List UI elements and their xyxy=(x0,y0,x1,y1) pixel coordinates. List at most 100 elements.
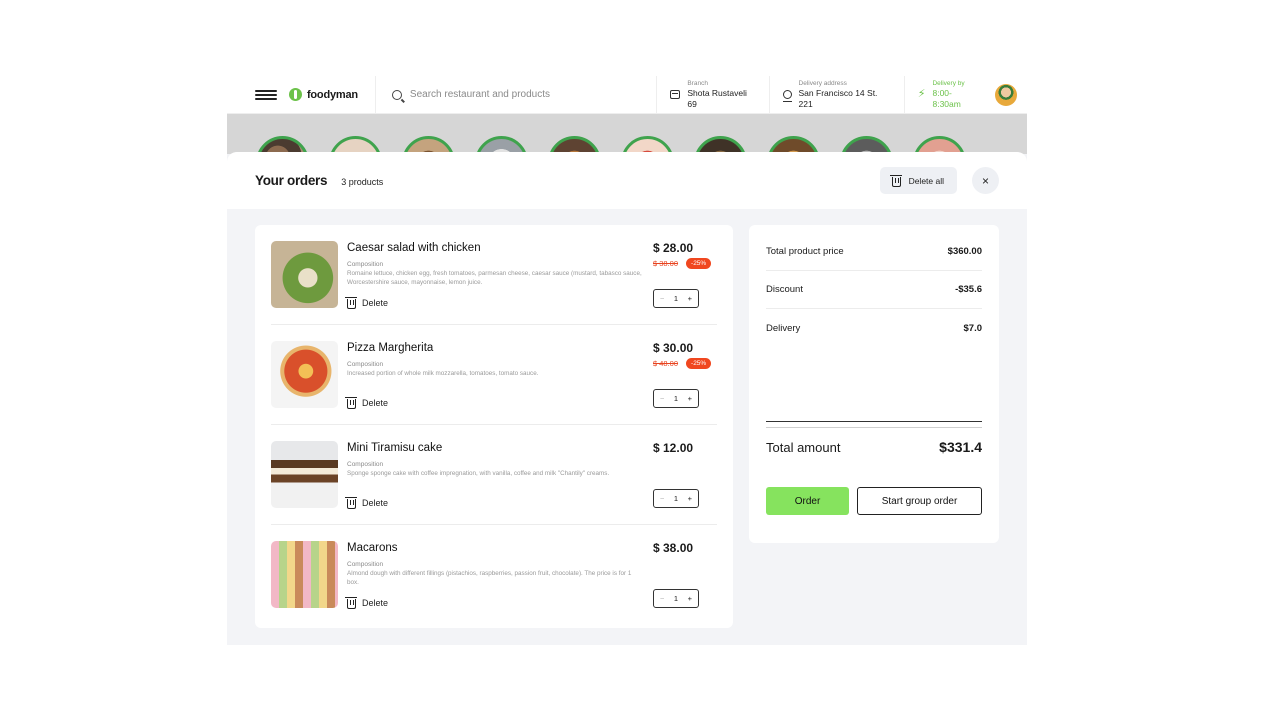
modal-title: Your orders xyxy=(255,173,328,188)
search-icon xyxy=(391,89,402,100)
total-amount-row: Total amount $331.4 xyxy=(766,439,982,455)
delete-button[interactable]: Delete xyxy=(345,497,389,509)
trash-icon xyxy=(889,174,902,187)
delete-label: Delete xyxy=(362,498,389,508)
branch-selector[interactable]: Branch Shota Rustaveli 69 xyxy=(656,76,768,114)
price: $ 38.00 xyxy=(653,541,694,555)
delivery-address-selector[interactable]: Delivery address San Francisco 14 St. 22… xyxy=(768,76,904,114)
branch-label: Branch xyxy=(687,80,708,87)
quantity-value: 1 xyxy=(673,294,679,303)
logo-text: foodyman xyxy=(306,88,358,101)
price: $ 28.00 xyxy=(653,241,694,255)
quantity-stepper: − 1 + xyxy=(653,589,699,608)
order-button[interactable]: Order xyxy=(766,487,849,515)
delivery-label: Delivery by xyxy=(932,80,965,87)
delete-button[interactable]: Delete xyxy=(345,297,389,309)
product-name[interactable]: Mini Tiramisu cake xyxy=(347,442,642,454)
summary-row-delivery: Delivery $7.0 xyxy=(766,309,982,347)
quantity-value: 1 xyxy=(673,394,679,403)
store-icon xyxy=(670,90,681,99)
delete-button[interactable]: Delete xyxy=(345,597,389,609)
product-image[interactable] xyxy=(271,341,338,408)
product-image[interactable] xyxy=(271,541,338,608)
divider xyxy=(766,427,982,428)
delete-all-label: Delete all xyxy=(908,175,944,186)
summary-value: $360.00 xyxy=(947,246,982,257)
close-icon: × xyxy=(981,173,989,188)
increase-button[interactable]: + xyxy=(688,394,692,403)
decrease-button[interactable]: − xyxy=(660,394,664,403)
trash-icon xyxy=(345,297,357,309)
total-amount-value: $331.4 xyxy=(939,439,982,455)
product-count: 3 products xyxy=(341,177,384,187)
composition-label: Composition xyxy=(347,361,384,368)
price: $ 30.00 xyxy=(653,341,694,355)
location-pin-icon xyxy=(782,90,792,102)
delete-label: Delete xyxy=(362,298,389,308)
composition-text: Sponge sponge cake with coffee impregnat… xyxy=(347,470,610,477)
close-button[interactable]: × xyxy=(972,167,999,194)
increase-button[interactable]: + xyxy=(688,594,692,603)
search-bar xyxy=(374,76,656,114)
divider xyxy=(766,421,982,422)
composition-text: Romaine lettuce, chicken egg, fresh toma… xyxy=(347,270,642,286)
delete-label: Delete xyxy=(362,598,389,608)
old-price: $ 48.00 xyxy=(653,359,679,368)
orders-modal: Your orders 3 products Delete all × Caes… xyxy=(227,152,1027,645)
trash-icon xyxy=(345,597,357,609)
logo[interactable]: foodyman xyxy=(288,88,358,101)
increase-button[interactable]: + xyxy=(688,494,692,503)
composition-label: Composition xyxy=(347,461,384,468)
cart-item: Caesar salad with chicken Composition Ro… xyxy=(271,225,717,325)
cart-item: Pizza Margherita Composition Increased p… xyxy=(271,325,717,425)
summary-label: Delivery xyxy=(766,322,801,334)
address-value: San Francisco 14 St. 221 xyxy=(798,88,878,109)
delete-label: Delete xyxy=(362,398,389,408)
decrease-button[interactable]: − xyxy=(660,294,664,303)
summary-value: $7.0 xyxy=(963,322,983,334)
logo-icon xyxy=(288,88,302,101)
quantity-stepper: − 1 + xyxy=(653,389,699,408)
composition-label: Composition xyxy=(347,261,384,268)
branch-value: Shota Rustaveli 69 xyxy=(687,88,747,109)
order-summary: Total product price $360.00 Discount -$3… xyxy=(749,225,999,543)
product-image[interactable] xyxy=(271,441,338,508)
delivery-time-selector[interactable]: ⚡ Delivery by 8:00-8:30am xyxy=(903,76,1027,114)
product-name[interactable]: Pizza Margherita xyxy=(347,342,642,354)
trash-icon xyxy=(345,497,357,509)
app-frame: foodyman Branch Shota Rustaveli 69 Deliv… xyxy=(227,76,1027,645)
delete-button[interactable]: Delete xyxy=(345,397,389,409)
delete-all-button[interactable]: Delete all xyxy=(879,167,957,194)
decrease-button[interactable]: − xyxy=(660,494,664,503)
summary-label: Total product price xyxy=(766,246,844,257)
discount-badge: -25% xyxy=(686,358,712,369)
product-name[interactable]: Macarons xyxy=(347,542,642,554)
price: $ 12.00 xyxy=(653,441,694,455)
product-image[interactable] xyxy=(271,241,338,308)
start-group-order-button[interactable]: Start group order xyxy=(857,487,982,515)
composition-text: Increased portion of whole milk mozzarel… xyxy=(347,370,539,377)
product-name[interactable]: Caesar salad with chicken xyxy=(347,242,642,254)
summary-row-discount: Discount -$35.6 xyxy=(766,271,982,309)
lightning-icon: ⚡ xyxy=(917,88,926,100)
discount-badge: -25% xyxy=(686,258,712,269)
quantity-value: 1 xyxy=(673,494,679,503)
summary-row-product-price: Total product price $360.00 xyxy=(766,225,982,271)
modal-header: Your orders 3 products Delete all × xyxy=(227,152,1027,209)
category-strip xyxy=(227,114,1027,189)
avatar[interactable] xyxy=(995,83,1017,106)
delivery-value: 8:00-8:30am xyxy=(932,88,961,109)
top-header: foodyman Branch Shota Rustaveli 69 Deliv… xyxy=(227,76,1027,114)
menu-icon[interactable] xyxy=(255,89,277,100)
quantity-stepper: − 1 + xyxy=(653,489,699,508)
old-price: $ 38.00 xyxy=(653,259,679,268)
search-input[interactable] xyxy=(409,89,640,100)
composition-text: Almond dough with different fillings (pi… xyxy=(347,570,632,586)
cart-item: Mini Tiramisu cake Composition Sponge sp… xyxy=(271,425,717,525)
composition-label: Composition xyxy=(347,561,384,568)
trash-icon xyxy=(345,397,357,409)
increase-button[interactable]: + xyxy=(688,294,692,303)
decrease-button[interactable]: − xyxy=(660,594,664,603)
total-amount-label: Total amount xyxy=(766,439,841,455)
address-label: Delivery address xyxy=(798,80,847,87)
